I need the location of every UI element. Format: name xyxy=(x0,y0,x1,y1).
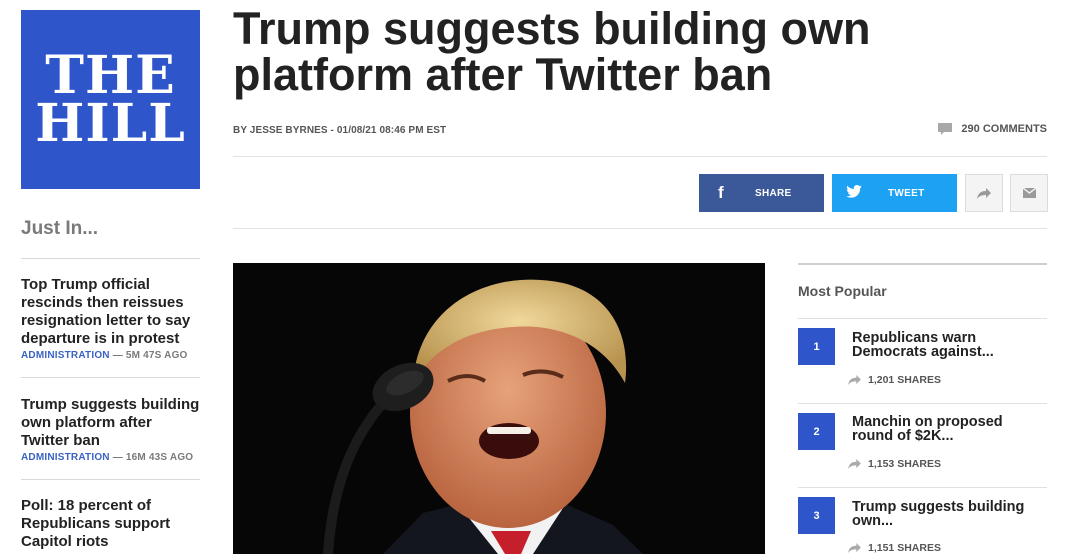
article-headline: Trump suggests building own platform aft… xyxy=(233,3,871,100)
site-logo[interactable]: THE HILL xyxy=(21,10,200,189)
just-in-item-category[interactable]: ADMINISTRATION xyxy=(21,452,110,463)
popular-item-shares-count: 1,153 SHARES xyxy=(868,458,941,470)
just-in-item-age: — 16M 43S AGO xyxy=(109,452,194,463)
share-more-button[interactable] xyxy=(965,174,1003,212)
just-in-item-age: — 5M 47S AGO xyxy=(109,350,188,361)
facebook-share-label: SHARE xyxy=(755,187,792,199)
popular-item-title[interactable]: Republicans warn Democrats against... xyxy=(852,331,1047,360)
just-in-heading: Just In... xyxy=(21,218,99,239)
share-arrow-icon xyxy=(977,187,991,199)
most-popular-heading: Most Popular xyxy=(798,283,887,299)
sidebar-divider xyxy=(21,479,200,480)
share-divider xyxy=(233,228,1047,229)
facebook-icon: f xyxy=(718,183,724,202)
comments-link[interactable]: 290 COMMENTS xyxy=(938,123,1047,135)
share-arrow-icon xyxy=(848,459,861,469)
just-in-item-title[interactable]: Trump suggests building own platform aft… xyxy=(21,396,201,450)
comment-icon xyxy=(938,123,953,135)
just-in-item-title[interactable]: Poll: 18 percent of Republicans support … xyxy=(21,497,201,551)
popular-item-shares: 1,153 SHARES xyxy=(848,458,941,470)
popular-rank-badge: 2 xyxy=(798,413,835,450)
just-in-item: Poll: 18 percent of Republicans support … xyxy=(21,497,201,551)
sidebar-divider xyxy=(21,377,200,378)
article-byline: BY JESSE BYRNES - 01/08/21 08:46 PM EST xyxy=(233,125,447,136)
just-in-item-meta: ADMINISTRATION — 16M 43S AGO xyxy=(21,452,201,463)
most-popular-divider xyxy=(798,318,1047,319)
byline-divider xyxy=(233,156,1047,157)
popular-item-shares-count: 1,201 SHARES xyxy=(868,374,941,386)
popular-item-shares-count: 1,151 SHARES xyxy=(868,542,941,554)
share-arrow-icon xyxy=(848,375,861,385)
popular-rank-badge: 3 xyxy=(798,497,835,534)
share-arrow-icon xyxy=(848,543,861,553)
twitter-share-label: TWEET xyxy=(888,187,925,199)
popular-item-title[interactable]: Manchin on proposed round of $2K... xyxy=(852,415,1047,444)
comments-count: 290 COMMENTS xyxy=(961,123,1047,135)
just-in-item-meta: ADMINISTRATION — 5M 47S AGO xyxy=(21,350,201,361)
just-in-item: Trump suggests building own platform aft… xyxy=(21,396,201,463)
email-icon xyxy=(1022,188,1036,198)
popular-rank-badge: 1 xyxy=(798,328,835,365)
popular-item-shares: 1,151 SHARES xyxy=(848,542,941,554)
sidebar-divider xyxy=(21,258,200,259)
just-in-item-title[interactable]: Top Trump official rescinds then reissue… xyxy=(21,276,201,348)
popular-item-title[interactable]: Trump suggests building own... xyxy=(852,500,1047,529)
just-in-item: Top Trump official rescinds then reissue… xyxy=(21,276,201,361)
twitter-icon xyxy=(832,183,876,203)
article-photo xyxy=(233,263,765,554)
most-popular-divider xyxy=(798,403,1047,404)
twitter-share-button[interactable]: TWEET xyxy=(832,174,957,212)
email-share-button[interactable] xyxy=(1010,174,1048,212)
facebook-share-button[interactable]: f SHARE xyxy=(699,174,824,212)
most-popular-top-rule xyxy=(798,263,1047,265)
just-in-item-category[interactable]: ADMINISTRATION xyxy=(21,350,110,361)
logo-line-2: HILL xyxy=(35,92,186,154)
popular-item-shares: 1,201 SHARES xyxy=(848,374,941,386)
most-popular-divider xyxy=(798,487,1047,488)
